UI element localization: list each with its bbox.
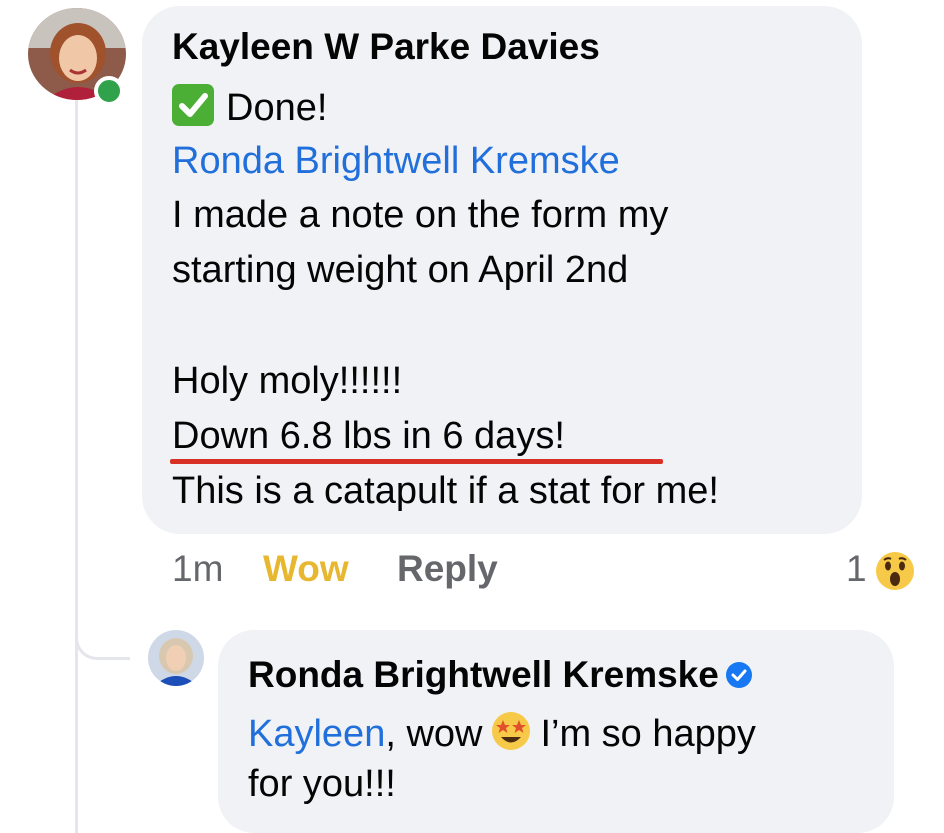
done-line: Done! (172, 84, 327, 130)
reply-text: , wow (385, 713, 483, 755)
verified-badge-icon (725, 656, 753, 688)
wow-reaction-button[interactable]: Wow (263, 548, 349, 590)
reply-button[interactable]: Reply (397, 548, 498, 590)
done-text: Done! (226, 87, 328, 129)
comment-text-line: I made a note on the form my (172, 194, 669, 236)
replier-avatar[interactable] (148, 630, 204, 686)
comment-text-line: Down 6.8 lbs in 6 days! (172, 415, 565, 457)
comment-timestamp[interactable]: 1m (172, 548, 223, 590)
reaction-count[interactable]: 1 (846, 548, 867, 590)
reply-author-line: Ronda Brightwell Kremske (248, 654, 753, 696)
comment-text-line: Holy moly!!!!!! (172, 360, 403, 402)
comment-text-line: starting weight on April 2nd (172, 249, 629, 291)
wow-emoji-icon[interactable] (875, 551, 915, 591)
red-underline-annotation (170, 459, 663, 464)
comment-author[interactable]: Kayleen W Parke Davies (172, 26, 600, 68)
comment-text-line: This is a catapult if a stat for me! (172, 470, 719, 512)
online-status-icon (94, 76, 124, 106)
reply-text-line: Kayleen, wow I’m so happy (248, 710, 756, 756)
reply-mention-link[interactable]: Kayleen (248, 713, 385, 755)
reply-text: I’m so happy (540, 713, 756, 755)
thread-line (75, 100, 78, 833)
thread-branch-connector (75, 600, 130, 660)
star-struck-emoji-icon (490, 710, 532, 752)
check-mark-icon (172, 84, 214, 126)
reply-text-line: for you!!! (248, 763, 396, 805)
reply-author[interactable]: Ronda Brightwell Kremske (248, 654, 719, 695)
mention-link[interactable]: Ronda Brightwell Kremske (172, 140, 620, 183)
